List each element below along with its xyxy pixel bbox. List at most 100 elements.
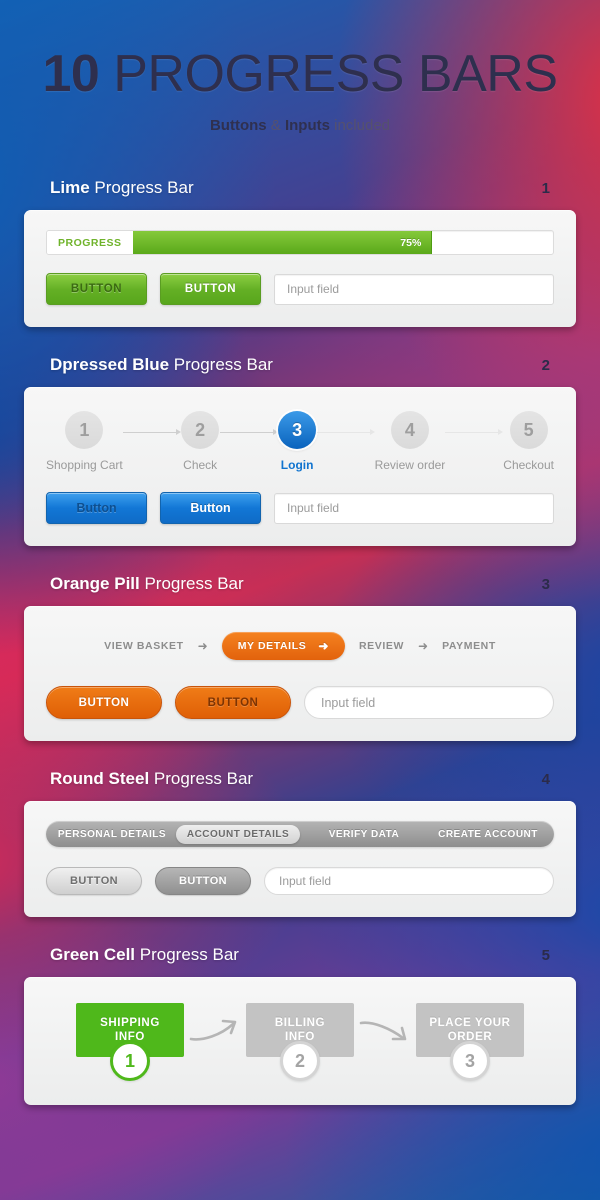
step-label-1: Shopping Cart	[46, 458, 123, 472]
subtitle-included-word: included	[329, 117, 391, 134]
section-title-green-bold: Green Cell	[50, 945, 136, 964]
step-account-details[interactable]: ACCOUNT DETAILS	[176, 824, 300, 844]
section-number-round-steel: 4	[541, 771, 550, 788]
progress-value-lime: 75%	[400, 236, 422, 249]
section-title-green-rest: Progress Bar	[135, 945, 239, 964]
step-connector-arrow-4	[445, 429, 504, 435]
section-title-blue-bold: Dpressed Blue	[50, 355, 170, 374]
section-title-orange-rest: Progress Bar	[139, 574, 244, 593]
button-lime-2[interactable]: BUTTON	[160, 273, 261, 305]
step-shopping-cart[interactable]: 1 Shopping Cart	[46, 411, 123, 472]
step-review[interactable]: REVIEW	[359, 640, 404, 652]
section-title-orange-pill: Orange Pill Progress Bar	[50, 574, 244, 594]
curved-arrow-icon-2	[354, 1015, 416, 1047]
card-round-steel: PERSONAL DETAILS ACCOUNT DETAILS VERIFY …	[24, 801, 576, 917]
button-blue-1[interactable]: Button	[46, 492, 147, 524]
arrow-right-icon-2: ➜	[418, 639, 429, 653]
section-heading-orange-pill: Orange Pill Progress Bar 3	[0, 574, 600, 594]
step-label-5: Checkout	[503, 458, 554, 472]
section-heading-dpressed-blue: Dpressed Blue Progress Bar 2	[0, 355, 600, 375]
cell-badge-3: 3	[450, 1041, 490, 1081]
section-title-blue-rest: Progress Bar	[169, 355, 273, 374]
section-title-steel-bold: Round Steel	[50, 769, 150, 788]
section-heading-round-steel: Round Steel Progress Bar 4	[0, 769, 600, 789]
controls-row-lime: BUTTON BUTTON Input field	[46, 273, 554, 305]
section-heading-green-cell: Green Cell Progress Bar 5	[0, 945, 600, 965]
step-circle-5: 5	[509, 411, 548, 449]
button-orange-1[interactable]: BUTTON	[46, 686, 162, 719]
card-orange-pill: VIEW BASKET ➜ MY DETAILS ➜ REVIEW ➜ PAYM…	[24, 606, 576, 741]
step-circle-3: 3	[278, 411, 317, 449]
section-title-steel-rest: Progress Bar	[149, 769, 254, 788]
section-orange-pill: Orange Pill Progress Bar 3 VIEW BASKET ➜…	[0, 574, 600, 741]
card-dpressed-blue: 1 Shopping Cart 2 Check 3 Login 4 Review…	[24, 387, 576, 546]
stepper-steel: PERSONAL DETAILS ACCOUNT DETAILS VERIFY …	[46, 821, 554, 847]
section-round-steel: Round Steel Progress Bar 4 PERSONAL DETA…	[0, 769, 600, 917]
cell-billing-info[interactable]: BILLING INFO 2	[246, 1003, 354, 1081]
step-circle-4: 4	[390, 411, 429, 449]
input-field-orange[interactable]: Input field	[304, 686, 554, 719]
section-title-lime-bold: Lime	[50, 178, 90, 197]
step-personal-details[interactable]: PERSONAL DETAILS	[50, 829, 174, 840]
cell-billing-line1: BILLING	[274, 1016, 326, 1029]
section-title-orange-bold: Orange Pill	[50, 574, 140, 593]
step-checkout[interactable]: 5 Checkout	[503, 411, 554, 472]
step-create-account[interactable]: CREATE ACCOUNT	[426, 829, 550, 840]
section-dpressed-blue: Dpressed Blue Progress Bar 2 1 Shopping …	[0, 355, 600, 546]
section-lime: Lime Progress Bar 1 PROGRESS 75% BUTTON …	[0, 178, 600, 327]
controls-row-blue: Button Button Input field	[46, 492, 554, 524]
step-my-details-label: MY DETAILS	[237, 640, 307, 652]
subtitle-buttons-word: Buttons	[209, 117, 267, 134]
progress-bar-lime: PROGRESS 75%	[46, 230, 554, 255]
step-connector-arrow-1	[122, 429, 181, 435]
button-blue-2[interactable]: Button	[160, 492, 261, 524]
page-title-text: PROGRESS BARS	[99, 45, 558, 103]
page-title: 10 PROGRESS BARS	[0, 48, 600, 100]
section-title-dpressed-blue: Dpressed Blue Progress Bar	[50, 355, 273, 375]
step-check[interactable]: 2 Check	[181, 411, 220, 472]
controls-row-orange: BUTTON BUTTON Input field	[46, 686, 554, 719]
stepper-blue: 1 Shopping Cart 2 Check 3 Login 4 Review…	[46, 407, 554, 472]
subtitle-ampersand: &	[266, 117, 285, 134]
progress-fill-lime: 75%	[132, 231, 433, 254]
cell-shipping-info[interactable]: SHIPPING INFO 1	[76, 1003, 184, 1081]
section-number-green-cell: 5	[541, 947, 550, 964]
step-verify-data[interactable]: VERIFY DATA	[302, 829, 426, 840]
step-label-2: Check	[183, 458, 218, 472]
section-number-orange-pill: 3	[541, 576, 550, 593]
input-field-steel[interactable]: Input field	[264, 867, 554, 895]
section-title-round-steel: Round Steel Progress Bar	[50, 769, 253, 789]
input-field-lime[interactable]: Input field	[274, 273, 554, 305]
step-connector-arrow-3	[316, 429, 375, 435]
input-field-blue[interactable]: Input field	[274, 492, 554, 524]
step-review-order[interactable]: 4 Review order	[374, 411, 446, 472]
step-connector-arrow-2	[219, 429, 278, 435]
subtitle-inputs-word: Inputs	[284, 117, 330, 134]
cell-place-your-order[interactable]: PLACE YOUR ORDER 3	[416, 1003, 524, 1081]
arrow-right-icon-1: ➜	[197, 639, 208, 653]
step-label-4: Review order	[374, 458, 446, 472]
cell-place-order-line1: PLACE YOUR	[429, 1016, 511, 1029]
step-label-3: Login	[280, 458, 314, 472]
section-heading-lime: Lime Progress Bar 1	[0, 178, 600, 198]
progress-label-lime: PROGRESS	[47, 231, 133, 254]
page-subtitle: Buttons & Inputs included	[0, 117, 600, 134]
section-number-lime: 1	[541, 180, 550, 197]
step-payment[interactable]: PAYMENT	[442, 640, 496, 652]
step-circle-1: 1	[65, 411, 104, 449]
controls-row-steel: BUTTON BUTTON Input field	[46, 867, 554, 895]
stepper-orange: VIEW BASKET ➜ MY DETAILS ➜ REVIEW ➜ PAYM…	[46, 626, 554, 666]
stepper-green-cells: SHIPPING INFO 1 BILLING INFO 2 PLACE YOU…	[46, 997, 554, 1081]
step-login[interactable]: 3 Login	[278, 411, 317, 472]
cell-shipping-line1: SHIPPING	[100, 1016, 160, 1029]
section-title-lime: Lime Progress Bar	[50, 178, 194, 198]
cell-badge-2: 2	[280, 1041, 320, 1081]
step-view-basket[interactable]: VIEW BASKET	[104, 640, 184, 652]
arrow-right-icon-active: ➜	[318, 639, 329, 653]
step-my-details[interactable]: MY DETAILS ➜	[221, 632, 345, 660]
button-orange-2[interactable]: BUTTON	[175, 686, 291, 719]
button-steel-1[interactable]: BUTTON	[46, 867, 142, 895]
button-lime-1[interactable]: BUTTON	[46, 273, 147, 305]
curved-arrow-icon-1	[184, 1015, 246, 1047]
button-steel-2[interactable]: BUTTON	[155, 867, 251, 895]
